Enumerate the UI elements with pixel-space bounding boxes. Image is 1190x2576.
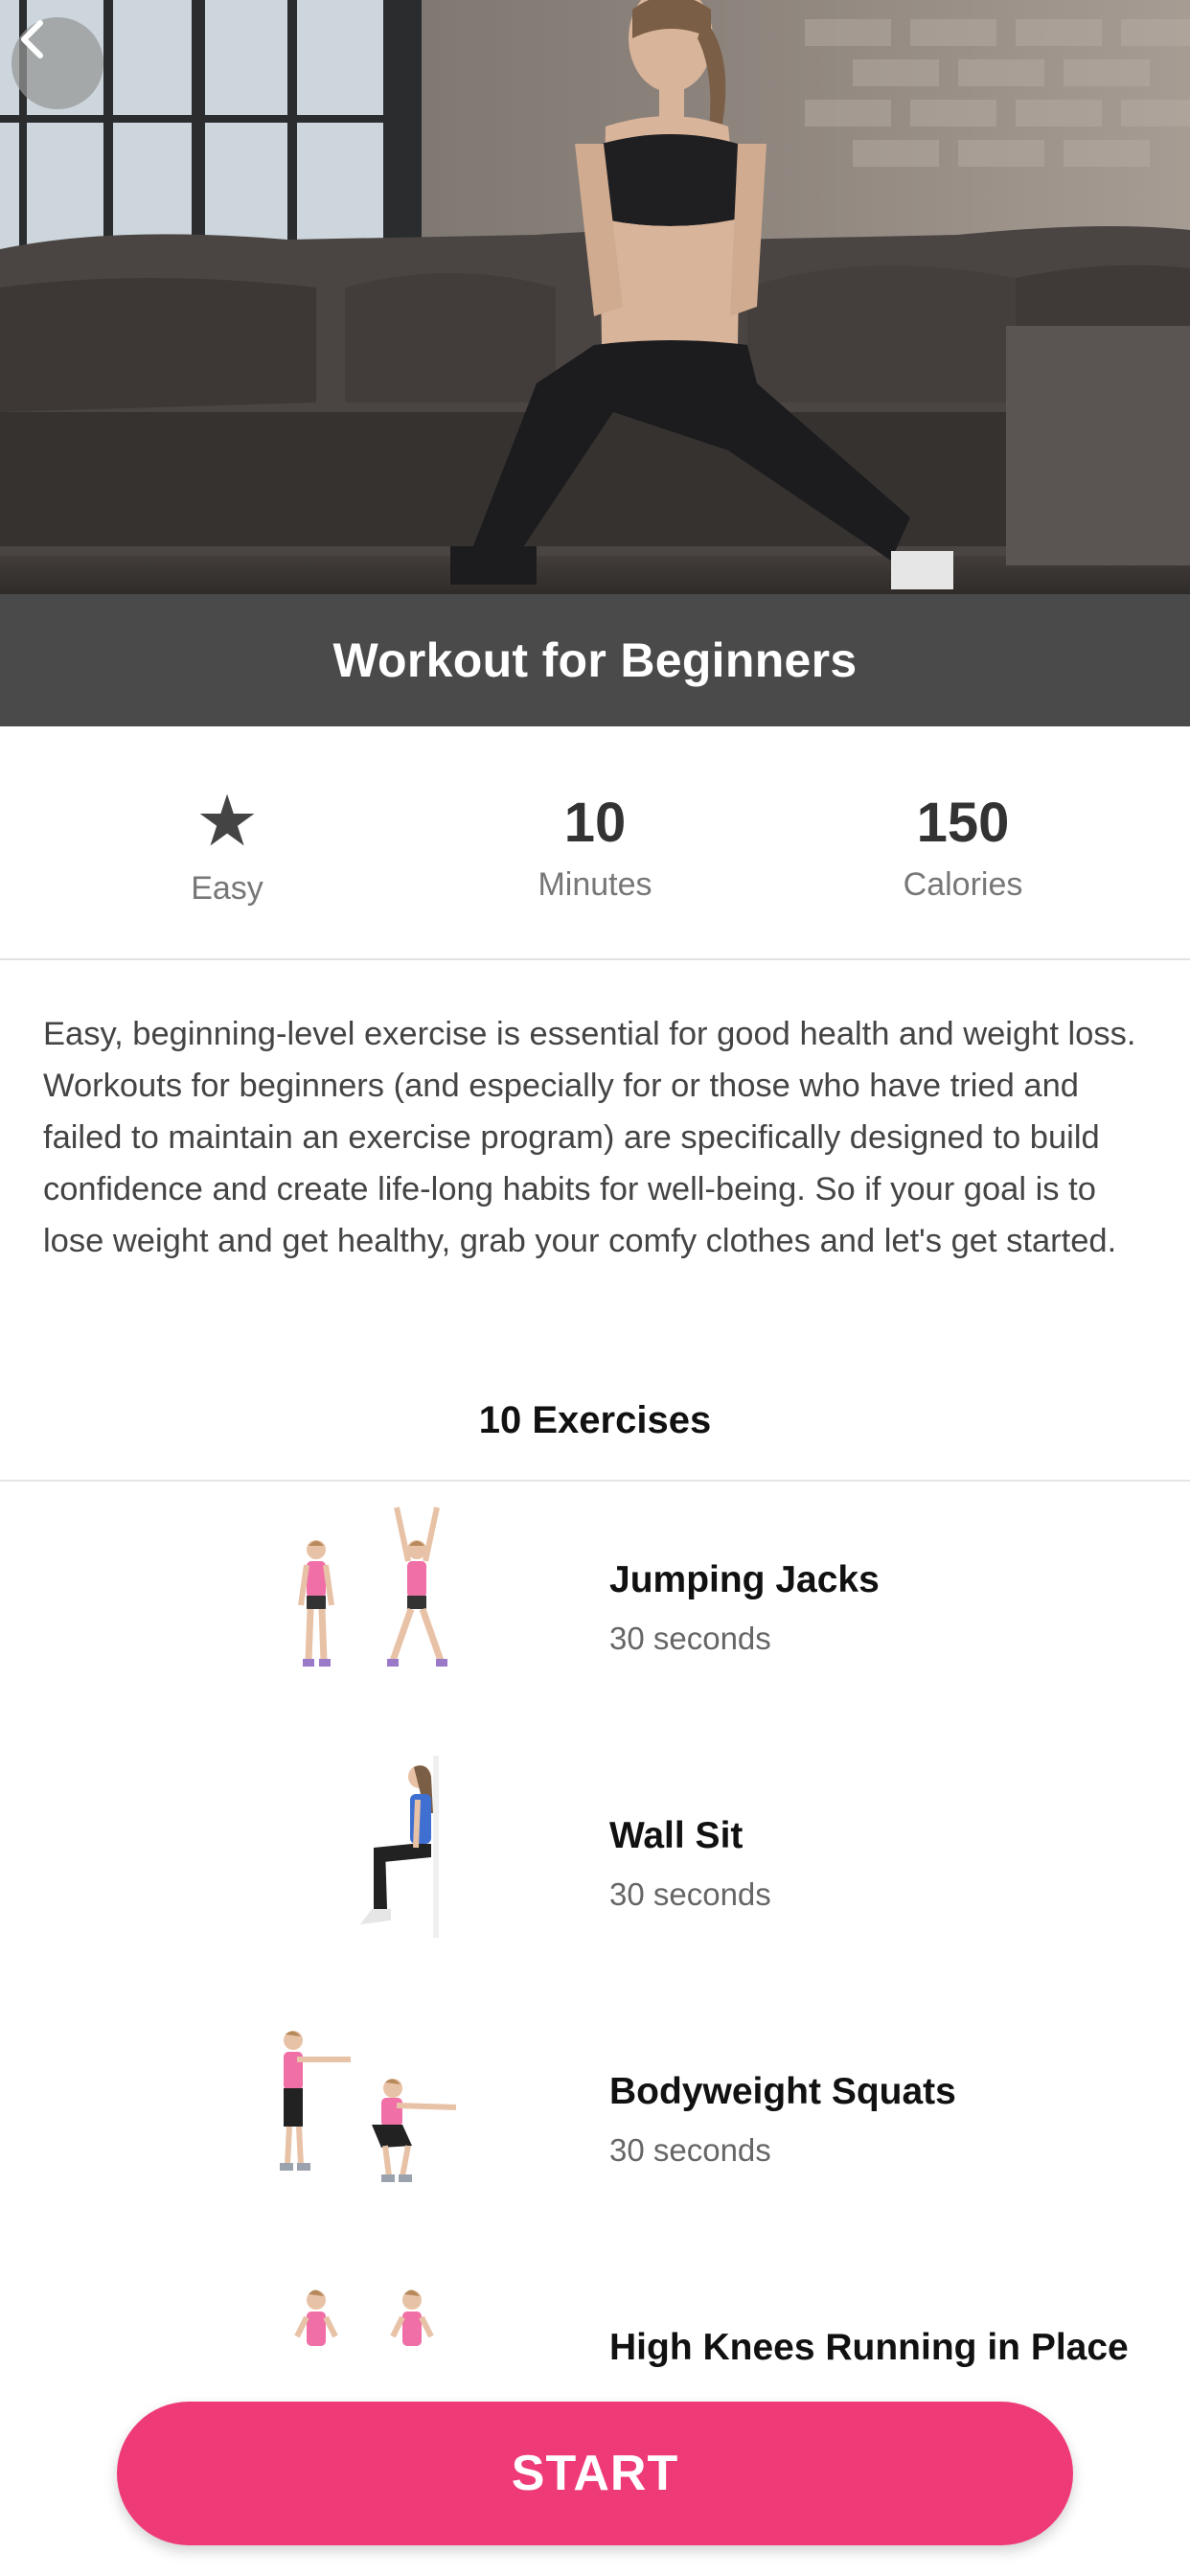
duration-stat: 10 Minutes (397, 726, 793, 960)
exercise-duration: 30 seconds (609, 1876, 771, 1912)
exercise-name: High Knees Running in Place (609, 2327, 1129, 2368)
workout-description: Easy, beginning-level exercise is essent… (43, 1016, 1136, 1259)
exercise-duration: 30 seconds (609, 1621, 771, 1656)
exercises-heading: 10 Exercises (478, 1399, 712, 1441)
back-button[interactable] (11, 17, 103, 109)
wall-sit-illustration (360, 1756, 439, 1938)
start-button[interactable]: START (117, 2402, 1073, 2545)
hero-image (0, 0, 1190, 594)
title-bar: Workout for Beginners (0, 594, 1190, 726)
exercise-item-jumping-jacks[interactable]: Jumping Jacks 30 seconds (0, 1500, 1190, 1739)
divider (0, 1480, 1190, 1482)
workout-stats: ★ Easy 10 Minutes 150 Calories (0, 726, 1190, 960)
calories-label: Calories (903, 866, 1023, 903)
difficulty-label: Easy (191, 870, 263, 907)
workout-photo (0, 0, 1190, 594)
difficulty-stat: ★ Easy (29, 726, 425, 960)
jumping-jacks-illustration (298, 1506, 447, 1667)
exercise-duration: 30 seconds (609, 2132, 771, 2168)
exercise-item-wall-sit[interactable]: Wall Sit 30 seconds (0, 1756, 1190, 1995)
page-title: Workout for Beginners (332, 633, 858, 687)
duration-label: Minutes (538, 866, 652, 903)
star-icon: ★ (195, 781, 260, 861)
chevron-left-icon (21, 20, 43, 58)
exercise-item-bodyweight-squats[interactable]: Bodyweight Squats 30 seconds (0, 2012, 1190, 2251)
calories-stat: 150 Calories (765, 726, 1161, 960)
calories-value: 150 (916, 792, 1010, 854)
exercise-name: Wall Sit (609, 1815, 744, 1856)
duration-value: 10 (563, 792, 627, 854)
bodyweight-squats-illustration (280, 2031, 457, 2182)
exercise-name: Bodyweight Squats (609, 2071, 956, 2112)
exercise-name: Jumping Jacks (609, 1559, 880, 1600)
